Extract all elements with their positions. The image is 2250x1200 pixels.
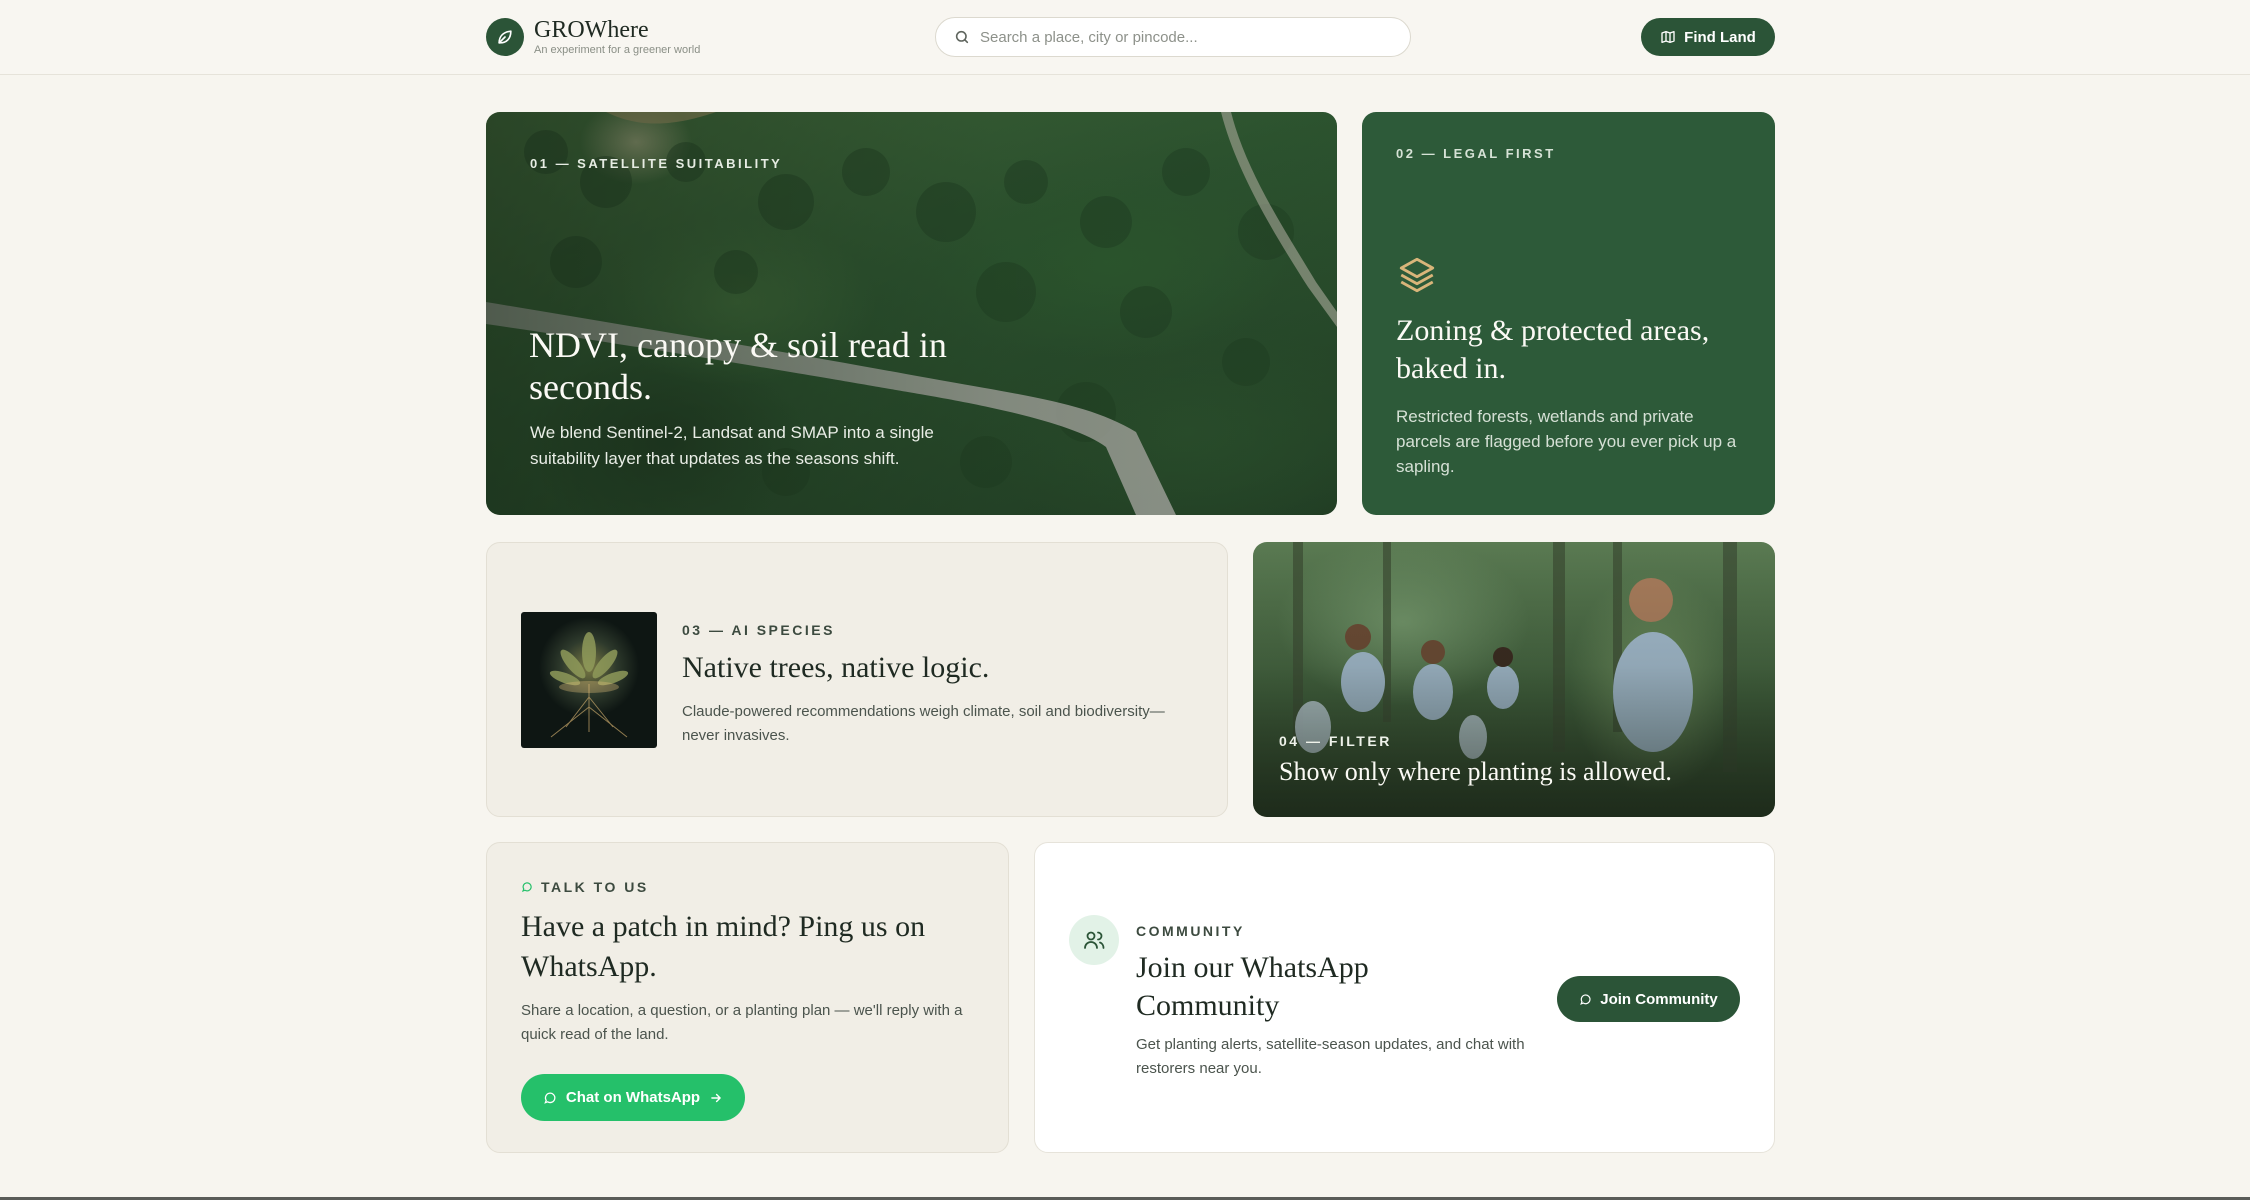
users-icon (1069, 915, 1119, 965)
whatsapp-icon (521, 882, 532, 893)
top-header: GROWhere An experiment for a greener wor… (0, 0, 2250, 75)
search-bar[interactable] (935, 17, 1411, 57)
talk-body: Share a location, a question, or a plant… (521, 1002, 963, 1043)
sapling-image (521, 612, 657, 748)
arrow-right-icon (711, 1093, 721, 1102)
filter-title: Show only where planting is allowed. (1279, 757, 1672, 786)
satellite-title: NDVI, canopy & soil read in seconds. (529, 325, 947, 407)
ai-species-card: 03 — AI SPECIES Native trees, native log… (486, 542, 1228, 817)
join-community-label: Join Community (1600, 990, 1718, 1008)
satellite-body: We blend Sentinel-2, Landsat and SMAP in… (530, 423, 934, 468)
community-eyebrow: COMMUNITY (1136, 923, 1245, 939)
satellite-suitability-card: 01 — SATELLITE SUITABILITY NDVI, canopy … (486, 112, 1337, 515)
filter-card[interactable]: 04 — FILTER Show only where planting is … (1253, 542, 1775, 817)
leaf-icon (486, 17, 524, 56)
talk-title: Have a patch in mind? Ping us on WhatsAp… (521, 910, 926, 983)
talk-to-us-card: TALK TO US Have a patch in mind? Ping us… (486, 842, 1009, 1153)
brand-logo[interactable]: GROWhere An experiment for a greener wor… (486, 17, 700, 56)
satellite-eyebrow: 01 — SATELLITE SUITABILITY (530, 156, 783, 171)
layers-icon (1396, 254, 1438, 301)
map-icon (1661, 31, 1675, 43)
search-input[interactable] (980, 28, 1380, 46)
search-icon (955, 30, 969, 44)
talk-eyebrow-label: TALK TO US (541, 879, 649, 895)
join-community-button[interactable]: Join Community (1557, 976, 1740, 1022)
community-card: COMMUNITY Join our WhatsApp Community Ge… (1034, 842, 1775, 1153)
legal-body: Restricted forests, wetlands and private… (1396, 407, 1737, 476)
whatsapp-icon (1580, 994, 1591, 1005)
brand-tagline: An experiment for a greener world (534, 44, 701, 56)
whatsapp-icon (544, 1092, 556, 1104)
legal-eyebrow: 02 — LEGAL FIRST (1396, 146, 1556, 161)
talk-eyebrow: TALK TO US (521, 879, 649, 895)
brand-name: GROWhere (534, 17, 649, 43)
community-body: Get planting alerts, satellite-season up… (1136, 1036, 1525, 1077)
community-title: Join our WhatsApp Community (1136, 951, 1369, 1022)
find-land-button[interactable]: Find Land (1641, 18, 1775, 56)
find-land-label: Find Land (1684, 28, 1756, 46)
legal-title: Zoning & protected areas, baked in. (1396, 314, 1710, 385)
legal-first-card: 02 — LEGAL FIRST Zoning & protected area… (1362, 112, 1775, 515)
chat-on-whatsapp-label: Chat on WhatsApp (565, 1089, 701, 1106)
filter-eyebrow: 04 — FILTER (1279, 733, 1392, 749)
species-title: Native trees, native logic. (682, 651, 990, 684)
species-body: Claude-powered recommendations weigh cli… (682, 703, 1165, 744)
species-eyebrow: 03 — AI SPECIES (682, 622, 835, 638)
chat-on-whatsapp-button[interactable]: Chat on WhatsApp (521, 1074, 745, 1121)
